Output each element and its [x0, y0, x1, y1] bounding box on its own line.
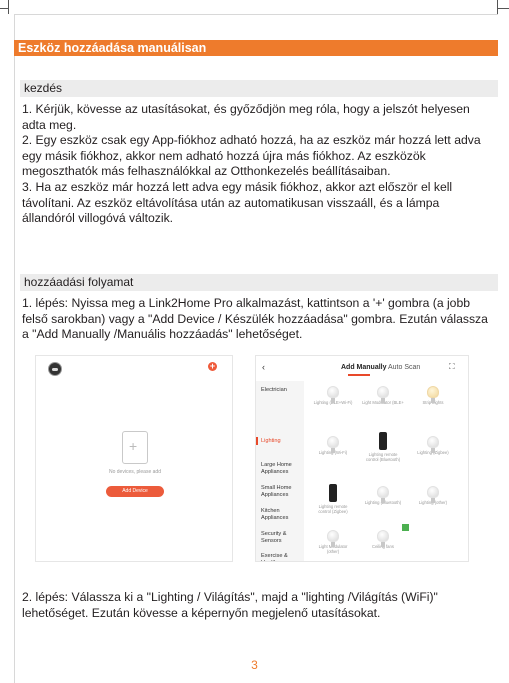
bulb-icon [377, 386, 389, 403]
remote-control-icon [379, 432, 387, 450]
page-number: 3 [251, 658, 258, 672]
device-light-modulator-other[interactable]: Light Modulator (other) [312, 530, 354, 554]
bulb-icon [327, 436, 339, 453]
active-category-indicator [256, 437, 258, 445]
device-strip-lights[interactable]: Strip Lights [412, 386, 454, 405]
back-arrow-icon[interactable]: ‹ [262, 362, 265, 372]
bulb-icon [327, 530, 339, 547]
screenshot-home: + No devices, please add Add Device [35, 355, 233, 562]
device-lighting-remote-zigbee[interactable]: Lighting remote control (Zigbee) [312, 484, 354, 514]
screenshot-add-manually: ‹ Add Manually Auto Scan ⛶ Electrician L… [255, 355, 469, 562]
step-1-text: 1. lépés: Nyissa meg a Link2Home Pro alk… [22, 296, 488, 342]
device-label: Lighting remote control (Bluetooth) [365, 452, 401, 462]
start-instructions: 1. Kérjük, kövesse az utasításokat, és g… [22, 102, 492, 227]
device-lighting-remote-bluetooth[interactable]: Lighting remote control (Bluetooth) [362, 432, 404, 462]
category-exercise-health[interactable]: Exercise & Health [261, 553, 303, 561]
instruction-1: 1. Kérjük, kövesse az utasításokat, és g… [22, 102, 470, 132]
bulb-icon [377, 486, 389, 503]
category-lighting[interactable]: Lighting [261, 438, 303, 445]
instruction-3: 3. Ha az eszköz már hozzá lett adva egy … [22, 179, 453, 226]
scan-icon[interactable]: ⛶ [449, 362, 455, 372]
step-2-text: 2. lépés: Válassza ki a "Lighting / Vilá… [22, 590, 438, 620]
device-lighting-bluetooth[interactable]: Lighting (Bluetooth) [362, 486, 404, 505]
ceiling-fan-icon [377, 530, 389, 547]
crop-mark [8, 0, 9, 14]
device-ceiling-fans[interactable]: Ceiling fans [362, 530, 404, 549]
category-electrician[interactable]: Electrician [261, 387, 303, 394]
device-lighting-wifi[interactable]: Lighting (Wi-Fi) [312, 436, 354, 455]
device-lighting-zigbee[interactable]: Lighting (Zigbee) [412, 436, 454, 455]
page-title: Eszköz hozzáadása manuálisan [14, 40, 498, 56]
device-light-modulator-ble[interactable]: Light Modulator (BLE+ [362, 386, 404, 405]
bulb-icon [427, 436, 439, 453]
tab-add-manually[interactable]: Add Manually [341, 364, 387, 371]
crop-mark [498, 8, 509, 9]
empty-document-icon [122, 431, 148, 464]
crop-mark [0, 8, 8, 9]
empty-state-text: No devices, please add [109, 469, 161, 475]
new-badge-icon [402, 524, 409, 531]
device-lighting-ble-wifi[interactable]: Lighting (BLE+Wi-Fi) [312, 386, 354, 405]
bulb-icon [327, 386, 339, 403]
crop-mark [497, 0, 498, 14]
remote-control-icon [329, 484, 337, 502]
add-device-button[interactable]: Add Device [106, 486, 164, 497]
section-heading-process: hozzáadási folyamat [20, 274, 498, 291]
category-small-home-appliances[interactable]: Small Home Appliances [261, 485, 303, 498]
category-large-home-appliances[interactable]: Large Home Appliances [261, 462, 303, 475]
bulb-icon [427, 486, 439, 503]
instruction-2: 2. Egy eszköz csak egy App-fiókhoz adhat… [22, 133, 481, 179]
category-kitchen-appliances[interactable]: Kitchen Appliances [261, 508, 303, 521]
active-tab-indicator [348, 374, 370, 376]
device-label: Lighting remote control (Zigbee) [318, 504, 348, 514]
tab-auto-scan[interactable]: Auto Scan [388, 364, 420, 371]
strip-light-icon [427, 386, 439, 403]
device-lighting-other[interactable]: Lighting (other) [412, 486, 454, 505]
category-security-sensors[interactable]: Security & Sensors [261, 531, 303, 544]
category-sidebar: Electrician Lighting Large Home Applianc… [256, 381, 304, 561]
plus-icon[interactable]: + [208, 362, 217, 371]
section-heading-start: kezdés [20, 80, 498, 97]
avatar [48, 362, 62, 376]
